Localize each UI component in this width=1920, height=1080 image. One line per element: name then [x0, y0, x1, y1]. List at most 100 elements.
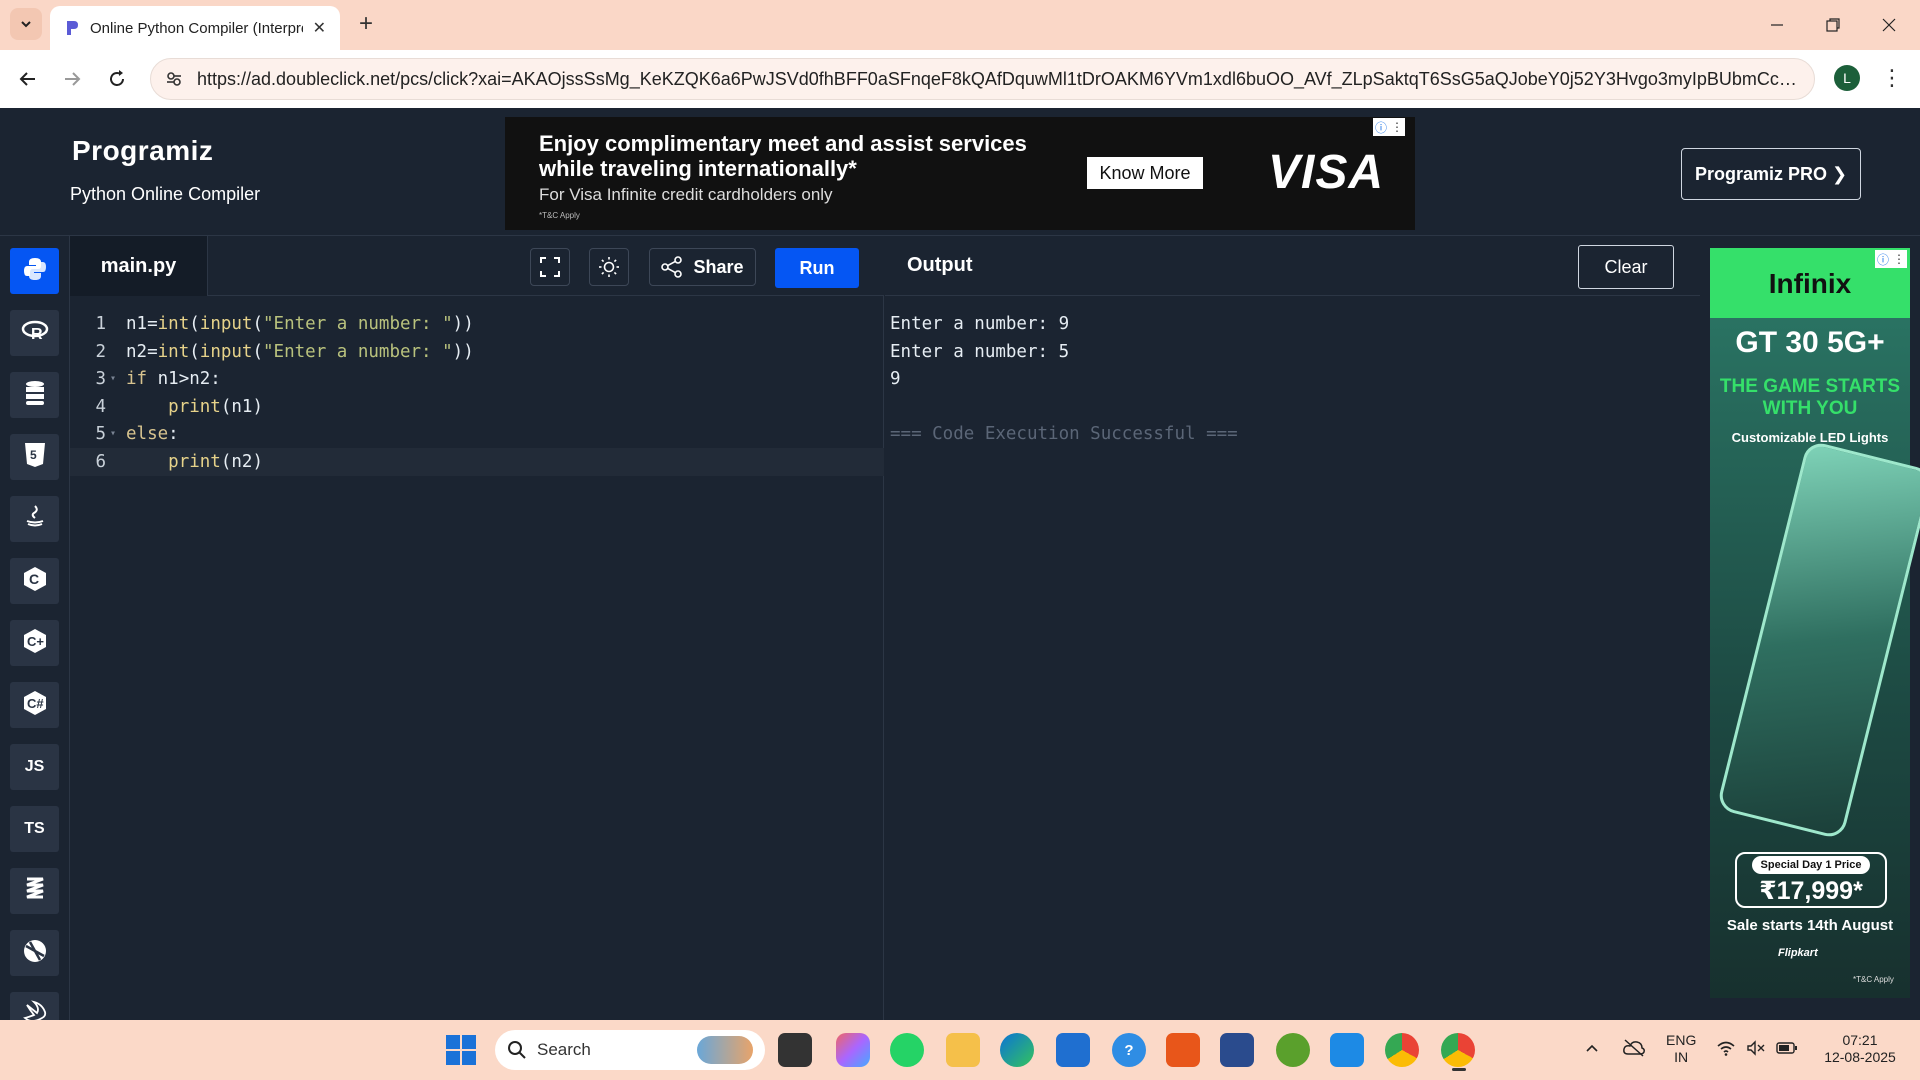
sidebar-item-html[interactable]: 5: [10, 434, 59, 480]
arrow-left-icon: [19, 72, 35, 86]
file-explorer-icon[interactable]: [946, 1033, 980, 1067]
app-installer-icon[interactable]: [1220, 1033, 1254, 1067]
price-label: Special Day 1 Price: [1752, 856, 1870, 874]
svg-text:C+: C+: [27, 634, 44, 649]
python-icon: [22, 256, 48, 287]
run-button[interactable]: Run: [775, 248, 859, 288]
line-number: 4: [95, 396, 106, 417]
line-number: 5: [95, 424, 106, 444]
spring-tools-icon[interactable]: [1276, 1033, 1310, 1067]
browser-tab[interactable]: Online Python Compiler (Interpreter) ✕: [50, 6, 340, 50]
onedrive-offline-icon[interactable]: [1622, 1038, 1646, 1063]
file-tab-main-py[interactable]: main.py: [70, 236, 208, 296]
windows-start-icon[interactable]: [446, 1035, 476, 1065]
url-text[interactable]: https://ad.doubleclick.net/pcs/click?xai…: [197, 69, 1800, 90]
sale-date: Sale starts 14th August: [1726, 917, 1894, 934]
code-token: "Enter a number: ": [263, 341, 453, 362]
minimize-button[interactable]: [1750, 0, 1804, 50]
programiz-logo[interactable]: Programiz: [72, 135, 213, 167]
site-info-icon[interactable]: [165, 70, 183, 88]
ad-know-more-button[interactable]: Know More: [1087, 157, 1203, 189]
restore-icon: [1826, 18, 1840, 32]
battery-icon: [1776, 1042, 1797, 1054]
lang-text: ENG: [1666, 1032, 1697, 1048]
fullscreen-icon: [540, 257, 560, 277]
taskbar-search[interactable]: Search: [495, 1030, 765, 1070]
line-number: 2: [95, 341, 106, 362]
sidebar-item-js[interactable]: JS: [10, 744, 59, 790]
sidebar-item-r[interactable]: R: [10, 310, 59, 356]
clear-output-button[interactable]: Clear: [1578, 245, 1674, 289]
chrome-icon[interactable]: [1385, 1033, 1419, 1067]
java-icon: [23, 504, 47, 535]
ts-icon: TS: [24, 820, 45, 837]
fullscreen-button[interactable]: [530, 248, 570, 286]
code-line[interactable]: 3 ▾ if n1>n2:: [70, 365, 884, 393]
code-token: print: [168, 451, 221, 472]
tray-overflow-icon[interactable]: [1584, 1040, 1600, 1061]
copilot-icon[interactable]: [836, 1033, 870, 1067]
restore-button[interactable]: [1806, 0, 1860, 50]
ad-choices-icon[interactable]: ⓘ ⋮: [1373, 118, 1405, 136]
code-token: :: [168, 424, 179, 444]
vscode-icon[interactable]: [1330, 1033, 1364, 1067]
sidebar-item-cpp[interactable]: C+: [10, 620, 59, 666]
fold-toggle-icon[interactable]: ▾: [110, 420, 116, 448]
clock-date: 12-08-2025: [1824, 1049, 1896, 1065]
sidebar-item-python[interactable]: [10, 248, 59, 294]
svg-text:5: 5: [30, 448, 37, 462]
sidebar-item-csharp[interactable]: C#: [10, 682, 59, 728]
code-token: if: [126, 369, 148, 389]
system-tray-quick-settings[interactable]: [1716, 1040, 1798, 1056]
sun-icon: [599, 257, 619, 277]
whatsapp-icon[interactable]: [890, 1033, 924, 1067]
chrome-profile-icon[interactable]: [1441, 1033, 1475, 1067]
browser-menu-icon[interactable]: ⋮: [1880, 64, 1904, 92]
code-token: (: [189, 341, 200, 362]
sidebar-item-ts[interactable]: TS: [10, 806, 59, 852]
code-token: input: [199, 341, 253, 362]
html-icon: 5: [24, 442, 46, 473]
sidebar-item-c[interactable]: C: [10, 558, 59, 604]
clock[interactable]: 07:21 12-08-2025: [1812, 1032, 1908, 1066]
back-button[interactable]: [12, 63, 44, 95]
edge-icon[interactable]: [1000, 1033, 1034, 1067]
code-token: =: [147, 314, 158, 334]
tab-close-icon[interactable]: ✕: [313, 18, 326, 38]
sidebar-item-java[interactable]: [10, 496, 59, 542]
close-window-button[interactable]: [1862, 0, 1916, 50]
code-line[interactable]: 2 n2=int(input("Enter a number: ")): [70, 338, 884, 366]
address-bar[interactable]: https://ad.doubleclick.net/pcs/click?xai…: [150, 58, 1815, 100]
code-line[interactable]: 5 ▾ else:: [70, 420, 884, 448]
code-line[interactable]: 4 print(n1): [70, 393, 884, 421]
sidebar-item-sql[interactable]: [10, 372, 59, 418]
code-line[interactable]: 6 print(n2): [70, 447, 884, 476]
php-icon: [22, 938, 48, 969]
code-token: int: [157, 341, 190, 362]
profile-avatar[interactable]: L: [1834, 65, 1860, 91]
matlab-icon[interactable]: [1166, 1033, 1200, 1067]
tab-search-button[interactable]: [10, 8, 42, 40]
share-button[interactable]: Share: [649, 248, 756, 286]
code-token: (: [252, 341, 264, 362]
forward-button[interactable]: [56, 63, 88, 95]
new-tab-button[interactable]: +: [352, 10, 380, 38]
side-ad-feature: Customizable LED Lights: [1731, 430, 1889, 445]
sidebar-item-go[interactable]: [10, 868, 59, 914]
fold-toggle-icon[interactable]: ▾: [110, 365, 116, 393]
code-token: (n1): [220, 396, 263, 417]
code-line[interactable]: 1 n1=int(input("Enter a number: ")): [70, 310, 884, 338]
help-icon[interactable]: ?: [1112, 1033, 1146, 1067]
programiz-pro-button[interactable]: Programiz PRO ❯: [1681, 148, 1861, 200]
sidebar-item-php[interactable]: [10, 930, 59, 976]
side-ad-choices-icon[interactable]: ⓘ ⋮: [1875, 250, 1907, 268]
reload-button[interactable]: [101, 63, 133, 95]
language-indicator[interactable]: ENG IN: [1666, 1032, 1696, 1066]
theme-toggle-button[interactable]: [589, 248, 629, 286]
side-ad-tagline: THE GAME STARTS WITH YOU: [1719, 376, 1901, 419]
code-token: n1: [126, 314, 148, 334]
search-label: Search: [537, 1040, 591, 1059]
microsoft-store-icon[interactable]: [1056, 1033, 1090, 1067]
task-view-icon[interactable]: [778, 1033, 812, 1067]
